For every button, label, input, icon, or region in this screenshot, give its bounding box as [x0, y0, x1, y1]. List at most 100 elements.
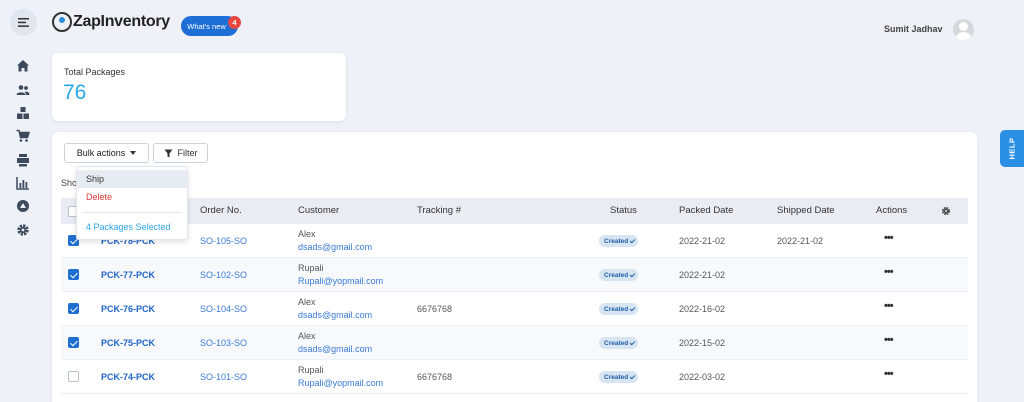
column-header-actions: Actions: [876, 205, 908, 216]
filter-button[interactable]: Filter: [153, 143, 208, 163]
column-header-customer[interactable]: Customer: [298, 198, 339, 224]
check-icon: [629, 305, 636, 311]
order-link[interactable]: SO-102-SO: [200, 270, 247, 280]
column-header-order[interactable]: Order No.: [200, 198, 242, 224]
packed-date: 2022-21-02: [679, 236, 726, 246]
row-checkbox[interactable]: [68, 337, 79, 348]
sidebar-item-reports[interactable]: [16, 176, 30, 190]
packed-date: 2022-16-02: [679, 304, 726, 314]
menu-item-delete[interactable]: Delete: [77, 188, 187, 206]
customer-email[interactable]: dsads@gmail.com: [298, 242, 372, 252]
order-link[interactable]: SO-105-SO: [200, 236, 247, 246]
customer-name: Rupali: [298, 263, 324, 273]
row-actions-button[interactable]: •••: [884, 368, 894, 380]
help-label: HELP: [1007, 137, 1017, 160]
whats-new-count-badge: 4: [228, 16, 241, 29]
avatar[interactable]: [953, 19, 974, 40]
sidebar: [0, 0, 46, 402]
shipped-date: 2022-21-02: [777, 236, 824, 246]
sidebar-item-settings[interactable]: [16, 223, 30, 237]
row-actions-button[interactable]: •••: [884, 300, 894, 312]
customer-name: Alex: [298, 229, 316, 239]
customer-email[interactable]: Rupali@yopmail.com: [298, 276, 383, 286]
boxes-icon: [17, 107, 29, 119]
check-icon: [629, 271, 636, 277]
status-label: Created: [604, 339, 629, 347]
truck-icon: [17, 154, 29, 167]
status-label: Created: [604, 237, 629, 245]
status-label: Created: [604, 373, 629, 381]
row-actions-button[interactable]: •••: [884, 334, 894, 346]
customer-email[interactable]: Rupali@yopmail.com: [298, 378, 383, 388]
user-name[interactable]: Sumit Jadhav: [884, 24, 943, 34]
sidebar-item-customers[interactable]: [16, 83, 30, 97]
check-icon: [629, 237, 636, 243]
table-row[interactable]: PCK-77-PCK SO-102-SO Rupali Rupali@yopmail.…: [61, 258, 968, 292]
column-header-packed-date[interactable]: Packed Date: [679, 198, 733, 224]
bulk-actions-menu: Ship Delete 4 Packages Selected: [76, 166, 188, 240]
order-link[interactable]: SO-103-SO: [200, 338, 247, 348]
status-badge: Created: [599, 269, 639, 281]
package-link[interactable]: PCK-76-PCK: [101, 304, 155, 314]
status-badge: Created: [599, 337, 639, 349]
customer-name: Alex: [298, 297, 316, 307]
row-checkbox[interactable]: [68, 269, 79, 280]
filter-label: Filter: [177, 148, 198, 158]
app-logo[interactable]: ZapInventory: [52, 12, 170, 32]
row-checkbox[interactable]: [68, 371, 79, 382]
menu-item-ship[interactable]: Ship: [77, 170, 187, 188]
table-row[interactable]: PCK-75-PCK SO-103-SO Alex dsads@gmail.com Cr…: [61, 326, 968, 360]
tracking-number: 6676768: [417, 304, 453, 314]
row-checkbox[interactable]: [68, 303, 79, 314]
sidebar-item-integrations[interactable]: [16, 199, 30, 213]
status-label: Created: [604, 271, 629, 279]
users-icon: [16, 85, 30, 95]
table-header: Order No. Customer Tracking # Status Pac…: [61, 198, 968, 224]
row-actions-button[interactable]: •••: [884, 232, 894, 244]
check-icon: [629, 339, 636, 345]
show-entries-label: Sho: [61, 178, 78, 188]
filter-icon: [164, 149, 172, 157]
selected-count-label: 4 Packages Selected: [86, 222, 171, 232]
bulk-actions-button[interactable]: Bulk actions: [64, 143, 149, 163]
column-header-status[interactable]: Status: [610, 198, 637, 224]
order-link[interactable]: SO-104-SO: [200, 304, 247, 314]
cart-icon: [16, 129, 30, 142]
help-tab[interactable]: HELP: [1000, 130, 1024, 167]
sidebar-item-sales[interactable]: [16, 129, 30, 143]
customer-email[interactable]: dsads@gmail.com: [298, 344, 372, 354]
column-header-shipped-date[interactable]: Shipped Date: [777, 198, 835, 224]
gear-icon[interactable]: [941, 206, 951, 216]
table-row[interactable]: PCK-76-PCK SO-104-SO Alex dsads@gmail.com 66…: [61, 292, 968, 326]
total-packages-value: 76: [63, 81, 87, 104]
status-badge: Created: [599, 235, 639, 247]
order-link[interactable]: SO-101-SO: [200, 372, 247, 382]
status-badge: Created: [599, 371, 639, 383]
row-actions-button[interactable]: •••: [884, 266, 894, 278]
package-link[interactable]: PCK-77-PCK: [101, 270, 155, 280]
total-packages-card: Total Packages 76: [52, 53, 346, 121]
packed-date: 2022-21-02: [679, 270, 726, 280]
menu-toggle-button[interactable]: [10, 9, 37, 36]
sidebar-item-inventory[interactable]: [16, 106, 30, 120]
circle-icon: [17, 200, 29, 212]
status-label: Created: [604, 305, 629, 313]
menu-divider: [83, 212, 181, 213]
packed-date: 2022-15-02: [679, 338, 726, 348]
customer-name: Alex: [298, 331, 316, 341]
whats-new-label: What's new: [187, 21, 226, 31]
column-header-tracking[interactable]: Tracking #: [417, 198, 461, 224]
sidebar-item-shipments[interactable]: [16, 153, 30, 167]
logo-icon: [52, 12, 72, 32]
table-row[interactable]: PCK-78-PCK SO-105-SO Alex dsads@gmail.com Cr…: [61, 224, 968, 258]
table-row[interactable]: PCK-74-PCK SO-101-SO Rupali Rupali@yopmail.…: [61, 360, 968, 394]
customer-email[interactable]: dsads@gmail.com: [298, 310, 372, 320]
package-link[interactable]: PCK-74-PCK: [101, 372, 155, 382]
total-packages-label: Total Packages: [64, 67, 126, 77]
home-icon: [17, 60, 29, 72]
logo-text: ZapInventory: [73, 13, 170, 30]
packed-date: 2022-03-02: [679, 372, 726, 382]
sidebar-item-home[interactable]: [16, 59, 30, 73]
chart-icon: [16, 177, 29, 190]
package-link[interactable]: PCK-75-PCK: [101, 338, 155, 348]
